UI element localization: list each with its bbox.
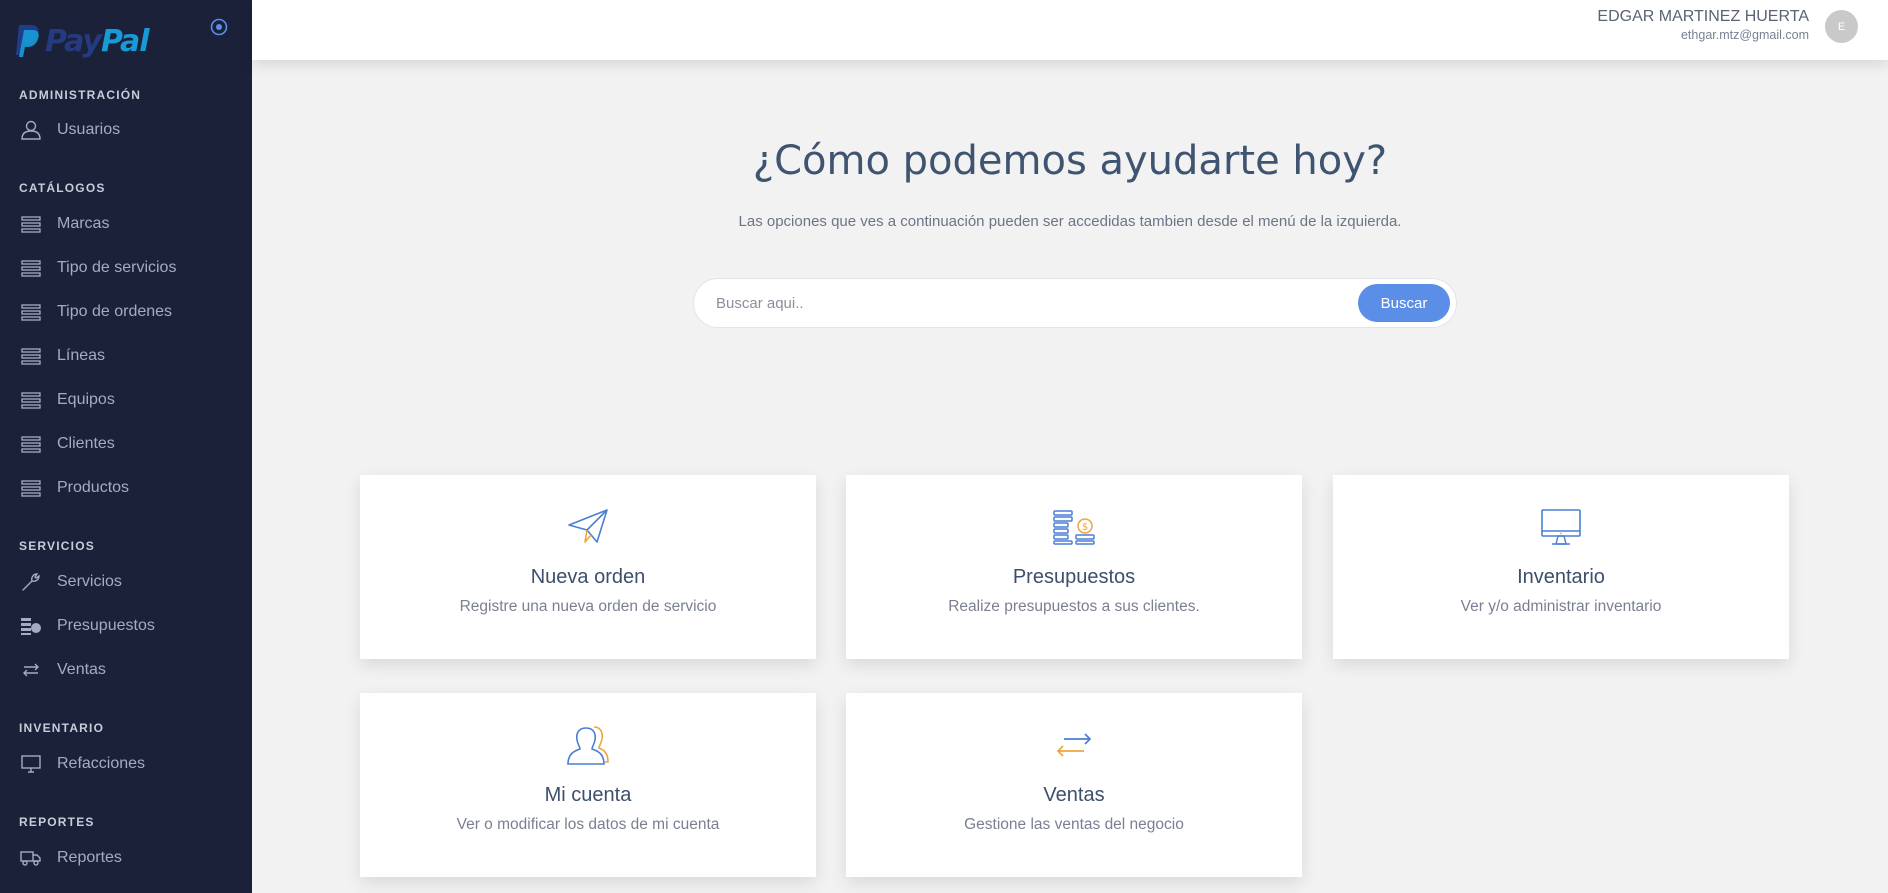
wrench-icon — [20, 571, 42, 593]
sidebar-item-label: Marcas — [57, 215, 110, 232]
page-subtitle: Las opciones que ves a continuación pued… — [738, 213, 1402, 230]
card-title: Inventario — [1517, 566, 1605, 588]
sidebar-item-tipo-de-servicios[interactable]: Tipo de servicios — [0, 248, 252, 288]
sidebar-item-label: Reportes — [57, 849, 122, 866]
section-label-catalogos: CATÁLOGOS — [19, 181, 106, 195]
sidebar-item-label: Usuarios — [57, 121, 121, 138]
section-label-servicios: SERVICIOS — [19, 539, 95, 553]
monitor-icon — [20, 753, 42, 775]
svg-text:$: $ — [1082, 522, 1088, 533]
card-mi-cuenta[interactable]: Mi cuenta Ver o modificar los datos de m… — [360, 693, 816, 877]
section-label-reportes: REPORTES — [19, 815, 95, 829]
sidebar-item-label: Productos — [57, 479, 130, 496]
list-icon — [20, 389, 42, 411]
sidebar-item-label: Refacciones — [57, 755, 146, 772]
paypal-logo[interactable]: PayPal — [15, 18, 150, 64]
sidebar-item-label: Líneas — [57, 347, 106, 364]
sidebar-toggle-icon[interactable] — [209, 17, 229, 37]
avatar[interactable]: E — [1825, 10, 1858, 43]
monitor-icon — [1539, 505, 1583, 549]
user-name[interactable]: EDGAR MARTINEZ HUERTA — [1597, 8, 1809, 26]
paypal-p-icon — [16, 25, 39, 57]
search-input[interactable] — [716, 279, 1316, 327]
sidebar-item-equipos[interactable]: Equipos — [0, 380, 252, 420]
users-icon — [566, 723, 610, 767]
truck-icon — [20, 847, 42, 869]
logo-text-pal: Pal — [100, 23, 150, 59]
sidebar-item-label: Servicios — [57, 573, 122, 590]
card-ventas[interactable]: Ventas Gestione las ventas del negocio — [846, 693, 1302, 877]
card-inventario[interactable]: Inventario Ver y/o administrar inventari… — [1333, 475, 1789, 659]
list-icon — [20, 301, 42, 323]
sidebar-item-reportes[interactable]: Reportes — [0, 838, 252, 878]
sidebar-item-label: Presupuestos — [57, 617, 155, 634]
section-label-administracion: ADMINISTRACIÓN — [19, 88, 142, 102]
sidebar-item-label: Tipo de servicios — [57, 259, 177, 276]
card-title: Ventas — [1043, 784, 1105, 806]
search-button[interactable]: Buscar — [1358, 284, 1450, 322]
user-icon — [20, 119, 42, 141]
sidebar-item-servicios[interactable]: Servicios — [0, 562, 252, 602]
card-description: Ver y/o administrar inventario — [1460, 598, 1662, 615]
top-header: EDGAR MARTINEZ HUERTA ethgar.mtz@gmail.c… — [252, 0, 1888, 60]
card-description: Ver o modificar los datos de mi cuenta — [456, 816, 720, 833]
sidebar-item-productos[interactable]: Productos — [0, 468, 252, 508]
logo-text-pay: Pay — [45, 23, 102, 59]
card-description: Realize presupuestos a sus clientes. — [948, 598, 1200, 615]
coins-stack-icon: $ — [1052, 505, 1096, 549]
section-label-inventario: INVENTARIO — [19, 721, 105, 735]
exchange-icon — [20, 659, 42, 681]
sidebar-item-ventas[interactable]: Ventas — [0, 650, 252, 690]
card-title: Presupuestos — [1012, 566, 1136, 588]
card-presupuestos[interactable]: $ Presupuestos Realize presupuestos a su… — [846, 475, 1302, 659]
sidebar-item-label: Ventas — [57, 661, 106, 678]
card-description: Gestione las ventas del negocio — [964, 816, 1184, 833]
card-nueva-orden[interactable]: Nueva orden Registre una nueva orden de … — [360, 475, 816, 659]
page-title: ¿Cómo podemos ayudarte hoy? — [752, 138, 1388, 184]
list-icon — [20, 257, 42, 279]
list-icon — [20, 433, 42, 455]
list-icon — [20, 213, 42, 235]
sidebar-item-presupuestos[interactable]: Presupuestos — [0, 606, 252, 646]
card-title: Mi cuenta — [544, 784, 632, 806]
budget-icon — [20, 615, 42, 637]
card-title: Nueva orden — [530, 566, 646, 588]
sidebar-item-refacciones[interactable]: Refacciones — [0, 744, 252, 784]
sidebar-item-label: Equipos — [57, 391, 115, 408]
sidebar-item-marcas[interactable]: Marcas — [0, 204, 252, 244]
sidebar-item-clientes[interactable]: Clientes — [0, 424, 252, 464]
sidebar: PayPal ADMINISTRACIÓN Usuarios CATÁLOGOS… — [0, 0, 252, 893]
user-email: ethgar.mtz@gmail.com — [1680, 28, 1809, 42]
list-icon — [20, 345, 42, 367]
sidebar-item-label: Tipo de ordenes — [57, 303, 173, 320]
sidebar-item-lineas[interactable]: Líneas — [0, 336, 252, 376]
list-icon — [20, 477, 42, 499]
sidebar-item-tipo-de-ordenes[interactable]: Tipo de ordenes — [0, 292, 252, 332]
search-bar: Buscar — [693, 278, 1457, 328]
exchange-icon — [1052, 723, 1096, 767]
paper-plane-icon — [566, 505, 610, 549]
sidebar-item-usuarios[interactable]: Usuarios — [0, 110, 252, 150]
sidebar-item-label: Clientes — [57, 435, 115, 452]
card-description: Registre una nueva orden de servicio — [459, 598, 717, 615]
